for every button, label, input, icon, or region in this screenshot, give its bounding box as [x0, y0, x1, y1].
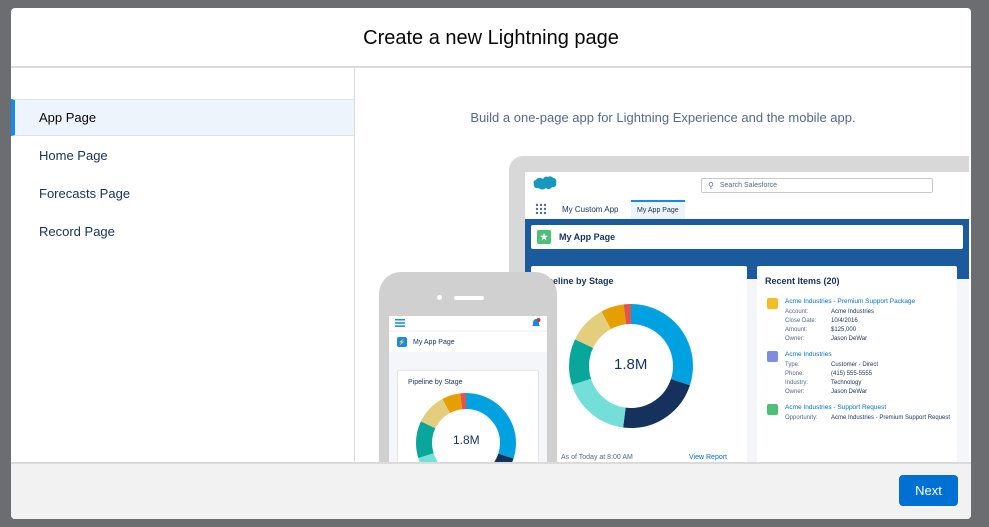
- modal-footer: Next: [11, 462, 971, 519]
- phone-speaker: [454, 296, 484, 300]
- recent-item: Acme Industries - Support Request Opport…: [765, 404, 955, 421]
- desktop-page-header: ★ My App Page: [531, 225, 963, 249]
- page-type-description: Build a one-page app for Lightning Exper…: [470, 110, 856, 125]
- page-type-forecasts-page[interactable]: Forecasts Page: [11, 175, 354, 212]
- field-value: (415) 555-5555: [831, 371, 873, 377]
- field-value: Customer - Direct: [831, 362, 879, 368]
- field-key: Account:: [785, 309, 809, 315]
- desktop-topbar: ⚲ Search Salesforce: [525, 172, 969, 200]
- phone-camera: [437, 295, 442, 300]
- desktop-chart-card: Pipeline by Stage 1.8M As of Today at 8:…: [531, 266, 747, 462]
- recent-item: Acme Industries Type: Customer - Direct P…: [765, 351, 955, 395]
- field-value: Acme Industries: [831, 309, 875, 315]
- phone-topbar: [389, 316, 547, 330]
- recent-item-field: Amount: $125,000: [785, 327, 955, 333]
- notification-bell-icon: [532, 318, 541, 326]
- star-icon: ★: [537, 230, 551, 244]
- page-type-app-page[interactable]: App Page: [11, 99, 354, 136]
- field-value: Jason DeWar: [831, 389, 868, 395]
- page-type-preview: Build a one-page app for Lightning Exper…: [355, 68, 971, 462]
- field-key: Type:: [785, 362, 800, 368]
- salesforce-cloud-icon: [533, 176, 557, 190]
- lightning-bolt-icon: ⚡: [397, 337, 407, 347]
- phone-page-title: My App Page: [413, 338, 455, 346]
- recent-item-title: Acme Industries: [785, 351, 832, 358]
- phone-page-header: ⚡ My App Page: [389, 332, 547, 352]
- recent-item-title: Acme Industries - Support Request: [785, 404, 887, 411]
- recent-item-field: Opportunity: Acme Industries - Premium Su…: [785, 415, 955, 421]
- desktop-search-bar: ⚲ Search Salesforce: [701, 178, 933, 193]
- desktop-app-name: My Custom App: [562, 205, 619, 214]
- desktop-page-title: My App Page: [559, 232, 616, 242]
- desktop-screen: ⚲ Search Salesforce My Custom App My App…: [525, 172, 969, 462]
- recent-item-field: Phone: (415) 555-5555: [785, 371, 955, 377]
- field-value: Technology: [831, 380, 862, 386]
- opportunity-icon: [767, 298, 778, 309]
- field-key: Close Date:: [785, 318, 817, 324]
- desktop-donut-center-value: 1.8M: [614, 356, 648, 373]
- recent-items-title: Recent Items (20): [765, 276, 840, 286]
- recent-item-field: Type: Customer - Direct: [785, 362, 955, 368]
- modal-title: Create a new Lightning page: [363, 26, 619, 49]
- account-icon: [767, 351, 778, 362]
- new-lightning-page-modal: Create a new Lightning page App Page Hom…: [11, 8, 971, 519]
- modal-body: App Page Home Page Forecasts Page Record…: [11, 68, 971, 462]
- field-key: Phone:: [785, 371, 805, 377]
- page-type-label: Record Page: [39, 224, 115, 239]
- recent-item-field: Owner: Jason DeWar: [785, 389, 955, 395]
- page-type-label: Forecasts Page: [39, 186, 131, 201]
- case-icon: [767, 404, 778, 415]
- recent-item-field: Account: Acme Industries: [785, 309, 955, 315]
- desktop-navbar: My Custom App My App Page: [525, 200, 969, 221]
- recent-items-card: Recent Items (20) Acme Industries - Prem…: [757, 266, 957, 462]
- recent-item-field: Owner: Jason DeWar: [785, 336, 955, 342]
- recent-item-title: Acme Industries - Premium Support Packag…: [785, 298, 916, 305]
- recent-item: Acme Industries - Premium Support Packag…: [765, 298, 955, 342]
- modal-header: Create a new Lightning page: [11, 8, 971, 68]
- phone-chart-card: Pipeline by Stage 1.8M: [397, 370, 539, 462]
- app-launcher-icon: [535, 203, 547, 215]
- recent-items-list: Acme Industries - Premium Support Packag…: [765, 298, 955, 430]
- phone-illustration: ⚡ My App Page Pipeline by Stage 1.8M: [379, 272, 557, 462]
- view-report-link: View Report: [689, 454, 728, 461]
- phone-chart-title: Pipeline by Stage: [408, 379, 463, 386]
- search-placeholder: Search Salesforce: [719, 182, 778, 189]
- chart-card-footer: As of Today at 8:00 AM: [561, 454, 633, 461]
- field-value: Acme Industries - Premium Support Reques…: [831, 415, 951, 421]
- search-icon: ⚲: [708, 181, 714, 190]
- page-type-label: Home Page: [39, 148, 108, 163]
- field-value: $125,000: [831, 327, 857, 333]
- hamburger-menu-icon: [395, 319, 405, 327]
- field-key: Opportunity:: [785, 415, 818, 421]
- phone-screen: ⚡ My App Page Pipeline by Stage 1.8M: [389, 316, 547, 462]
- field-key: Owner:: [785, 336, 805, 342]
- field-key: Industry:: [785, 380, 809, 386]
- desktop-illustration: ⚲ Search Salesforce My Custom App My App…: [509, 156, 969, 462]
- desktop-active-tab: My App Page: [631, 200, 685, 219]
- page-type-label: App Page: [39, 110, 97, 125]
- field-key: Amount:: [785, 327, 808, 333]
- page-type-home-page[interactable]: Home Page: [11, 137, 354, 174]
- field-value: 10/4/2016: [831, 318, 858, 324]
- page-type-record-page[interactable]: Record Page: [11, 213, 354, 250]
- field-value: Jason DeWar: [831, 336, 868, 342]
- recent-item-field: Close Date: 10/4/2016: [785, 318, 955, 324]
- phone-donut-center-value: 1.8M: [453, 433, 480, 447]
- recent-item-field: Industry: Technology: [785, 380, 955, 386]
- field-key: Owner:: [785, 389, 805, 395]
- page-type-list: App Page Home Page Forecasts Page Record…: [11, 68, 355, 462]
- phone-donut-chart: [416, 393, 516, 462]
- next-button[interactable]: Next: [899, 475, 958, 506]
